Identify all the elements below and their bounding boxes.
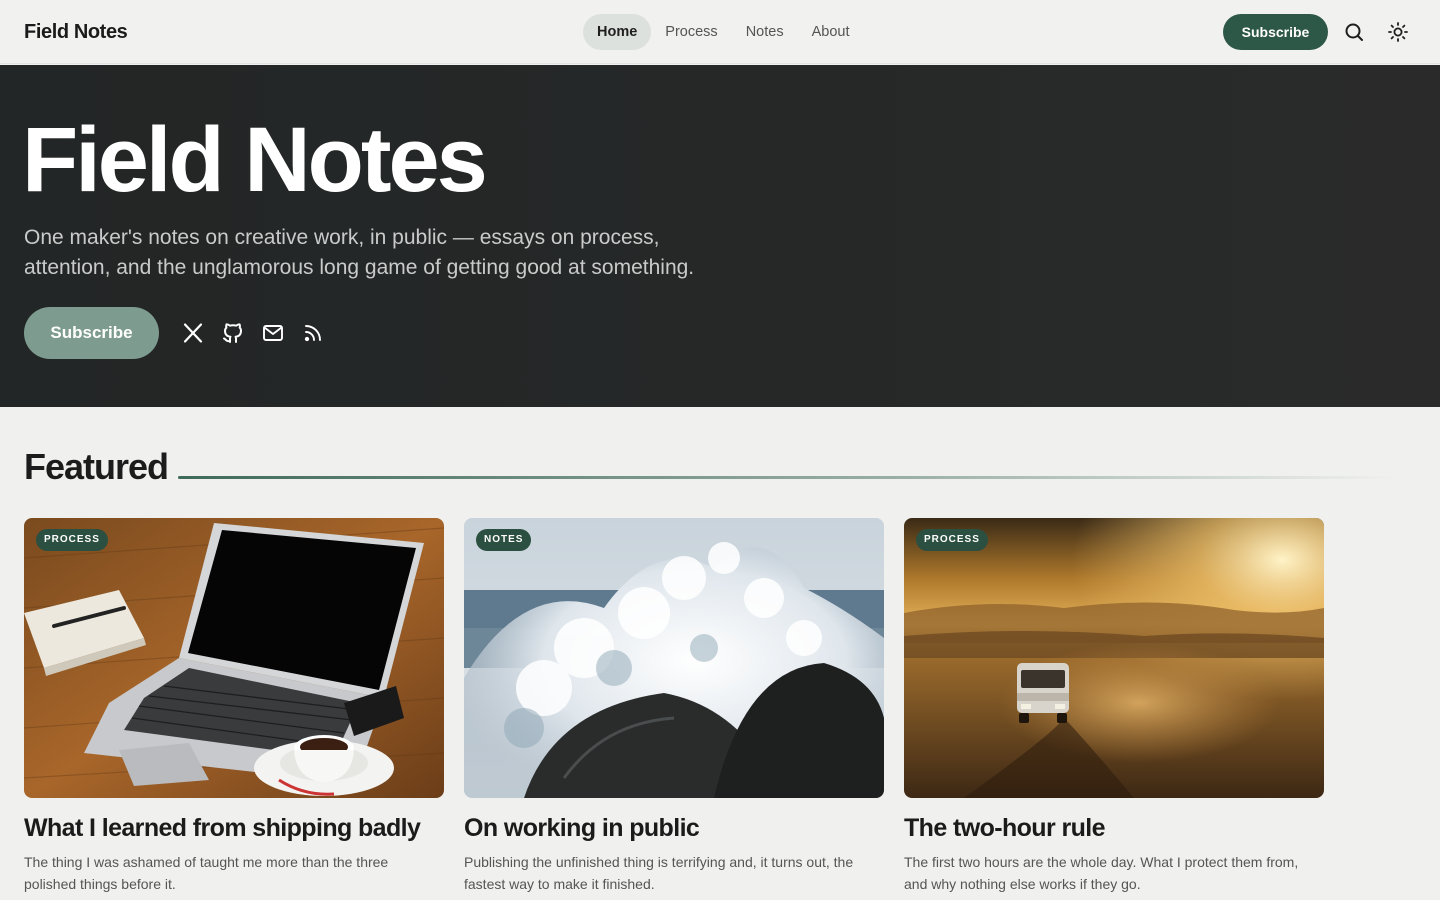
card-excerpt: The first two hours are the whole day. W… (904, 854, 1299, 892)
card-image-van[interactable]: PROCESS (904, 518, 1324, 798)
card-tag[interactable]: PROCESS (36, 529, 108, 551)
card-tag[interactable]: PROCESS (916, 529, 988, 551)
featured-divider (178, 476, 1396, 479)
mail-icon[interactable] (261, 321, 285, 345)
card-excerpt: The thing I was ashamed of taught me mor… (24, 854, 389, 892)
hero-section: Field Notes One maker's notes on creativ… (0, 65, 1440, 407)
card-excerpt: Publishing the unfinished thing is terri… (464, 854, 854, 892)
nav-notes[interactable]: Notes (732, 14, 798, 50)
nav-about[interactable]: About (798, 14, 864, 50)
hero-title: Field Notes (22, 109, 488, 211)
nav-home[interactable]: Home (583, 14, 652, 50)
featured-heading: Featured (24, 446, 169, 487)
card-title[interactable]: On working in public (464, 810, 904, 846)
nav-process[interactable]: Process (651, 14, 731, 50)
site-header: Field Notes Home Process Notes About Sub… (0, 0, 1440, 64)
header-subscribe-button[interactable]: Subscribe (1223, 14, 1328, 50)
hero-description: One maker's notes on creative work, in p… (24, 226, 695, 279)
search-icon[interactable] (1342, 20, 1366, 44)
featured-card[interactable]: PROCESS What I learned from shipping bad… (24, 518, 444, 900)
card-title[interactable]: What I learned from shipping badly (24, 810, 464, 846)
brand-logo[interactable]: Field Notes (24, 0, 128, 64)
card-image-wave[interactable]: NOTES (464, 518, 884, 798)
featured-card[interactable]: PROCESS The two-hour rule The first two … (904, 518, 1324, 900)
card-title[interactable]: The two-hour rule (904, 810, 1344, 846)
github-icon[interactable] (221, 321, 245, 345)
hero-subscribe-button[interactable]: Subscribe (24, 307, 159, 359)
x-icon[interactable] (181, 321, 205, 345)
card-image-laptop[interactable]: PROCESS (24, 518, 444, 798)
card-tag[interactable]: NOTES (476, 529, 532, 551)
rss-icon[interactable] (301, 321, 325, 345)
main-nav: Home Process Notes About (583, 14, 863, 50)
featured-card[interactable]: NOTES On working in public Publishing th… (464, 518, 884, 900)
sun-icon[interactable] (1386, 20, 1410, 44)
